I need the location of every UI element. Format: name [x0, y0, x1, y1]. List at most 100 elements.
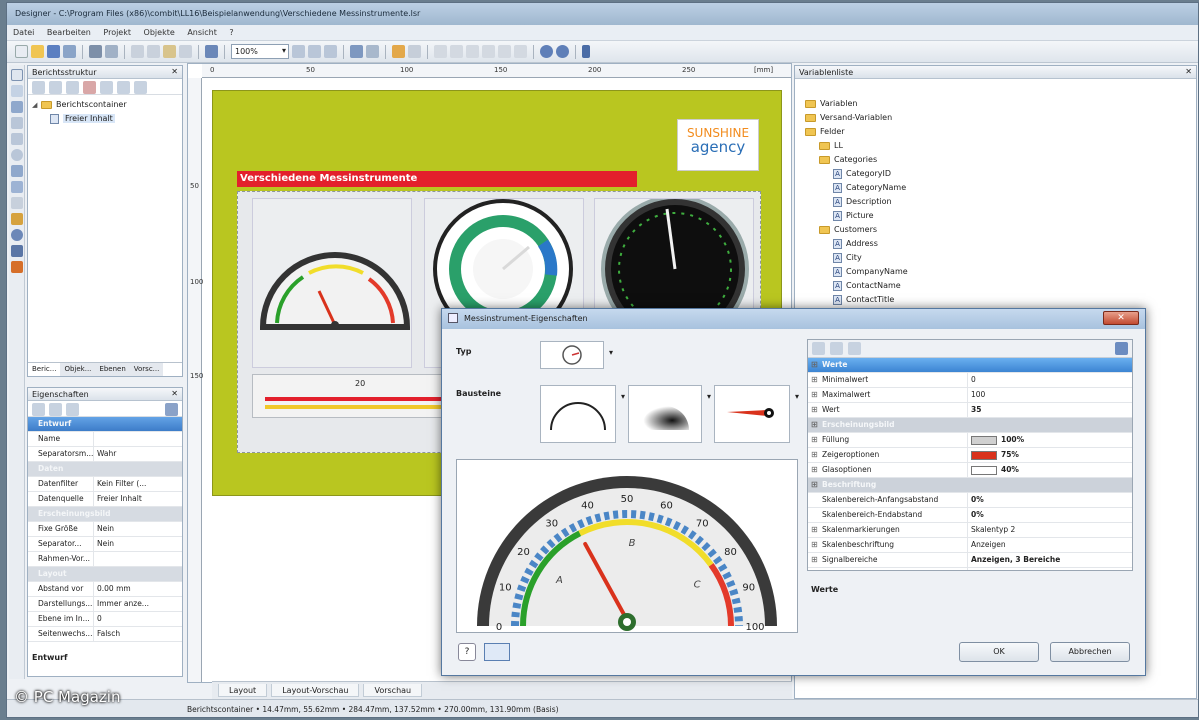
sort-az-icon[interactable]: [49, 403, 62, 416]
grid-row[interactable]: Erscheinungsbild: [808, 418, 1132, 433]
formula-icon[interactable]: [66, 403, 79, 416]
grid-property-value[interactable]: Skalentyp 2: [968, 523, 1132, 537]
component-fill-select[interactable]: ▾: [628, 385, 711, 443]
menu-objekte[interactable]: Objekte: [144, 28, 175, 37]
zoom-select[interactable]: 100%: [231, 44, 289, 59]
grid-property-value[interactable]: 40%: [968, 463, 1132, 477]
sort-az-icon[interactable]: [830, 342, 843, 355]
image-tool-icon[interactable]: [11, 165, 23, 177]
property-value[interactable]: [94, 552, 182, 566]
property-row[interactable]: Seitenwechs... Falsch: [28, 627, 182, 642]
line-tool-icon[interactable]: [11, 117, 23, 129]
paste-icon[interactable]: [163, 45, 176, 58]
grid-row[interactable]: Minimalwert0: [808, 373, 1132, 388]
variable-item[interactable]: A ContactName: [805, 279, 1192, 293]
grid-property-value[interactable]: 75%: [968, 448, 1132, 462]
property-row[interactable]: Erscheinungsbild: [28, 507, 182, 522]
menu-ansicht[interactable]: Ansicht: [187, 28, 217, 37]
property-value[interactable]: Nein: [94, 537, 182, 551]
property-row[interactable]: Rahmen-Vor...: [28, 552, 182, 567]
tab-layout[interactable]: Layout: [218, 684, 268, 697]
zoom-out-icon[interactable]: [308, 45, 321, 58]
help-icon[interactable]: [556, 45, 569, 58]
tab-layout-vorschau[interactable]: Layout-Vorschau: [271, 684, 360, 697]
undo-icon[interactable]: [205, 45, 218, 58]
grid-property-value[interactable]: 35: [968, 403, 1132, 417]
menu-help[interactable]: ?: [229, 28, 233, 37]
categorized-icon[interactable]: [32, 403, 45, 416]
save-as-icon[interactable]: [63, 45, 76, 58]
property-row[interactable]: Layout: [28, 567, 182, 582]
property-row[interactable]: Datenfilter Kein Filter (...: [28, 477, 182, 492]
tab-vorschau[interactable]: Vorsc...: [129, 363, 164, 376]
property-row[interactable]: Separator... Nein: [28, 537, 182, 552]
grid-row[interactable]: SkalenbeschriftungAnzeigen: [808, 538, 1132, 553]
cancel-button[interactable]: Abbrechen: [1050, 642, 1130, 662]
cut-element-icon[interactable]: [100, 81, 113, 94]
property-row[interactable]: Fixe Größe Nein: [28, 522, 182, 537]
print-preview-icon[interactable]: [105, 45, 118, 58]
new-file-icon[interactable]: [15, 45, 28, 58]
property-pages-icon[interactable]: [1115, 342, 1128, 355]
component-scale-select[interactable]: ▾: [540, 385, 625, 443]
variable-item[interactable]: LL: [805, 139, 1192, 153]
menu-datei[interactable]: Datei: [13, 28, 34, 37]
property-row[interactable]: Separatorsm... Wahr: [28, 447, 182, 462]
color-swatch[interactable]: [971, 450, 997, 460]
grid-row[interactable]: Glasoptionen 40%: [808, 463, 1132, 478]
align-top-icon[interactable]: [482, 45, 495, 58]
align-center-icon[interactable]: [450, 45, 463, 58]
property-row[interactable]: Name: [28, 432, 182, 447]
property-row[interactable]: Ebene im In... 0: [28, 612, 182, 627]
menu-projekt[interactable]: Projekt: [103, 28, 131, 37]
table-tool-icon[interactable]: [11, 181, 23, 193]
ellipse-tool-icon[interactable]: [11, 149, 23, 161]
barcode-tool-icon[interactable]: [11, 197, 23, 209]
copy-window-icon[interactable]: [484, 643, 510, 661]
grid-row[interactable]: SignalbereicheAnzeigen, 3 Bereiche: [808, 553, 1132, 568]
grid-row[interactable]: Zeigeroptionen 75%: [808, 448, 1132, 463]
ok-button[interactable]: OK: [959, 642, 1039, 662]
align-right-icon[interactable]: [466, 45, 479, 58]
text-tool-icon[interactable]: [11, 101, 23, 113]
close-icon[interactable]: ✕: [171, 389, 178, 398]
categorized-icon[interactable]: [812, 342, 825, 355]
cut-icon[interactable]: [131, 45, 144, 58]
grid-row[interactable]: Skalenbereich-Anfangsabstand 0%: [808, 493, 1132, 508]
grid-row[interactable]: TextfelderAnzeigen, 3 Felder: [808, 568, 1132, 570]
property-row[interactable]: Darstellungs... Immer anze...: [28, 597, 182, 612]
insert-icon[interactable]: [66, 81, 79, 94]
variable-item[interactable]: A City: [805, 251, 1192, 265]
chart-tool-icon[interactable]: [11, 213, 23, 225]
grid-property-value[interactable]: 100: [968, 388, 1132, 402]
variable-item[interactable]: Customers: [805, 223, 1192, 237]
variable-item[interactable]: Versand-Variablen: [805, 111, 1192, 125]
variable-item[interactable]: A Picture: [805, 209, 1192, 223]
zoom-fit-icon[interactable]: [324, 45, 337, 58]
database-tool-icon[interactable]: [11, 245, 23, 257]
close-icon[interactable]: ✕: [1185, 67, 1192, 76]
grid-property-value[interactable]: 0%: [968, 508, 1132, 522]
gauge-tool-icon[interactable]: [11, 229, 23, 241]
help-icon[interactable]: ?: [458, 643, 476, 661]
property-row[interactable]: Abstand vor 0.00 mm: [28, 582, 182, 597]
cursor-icon[interactable]: [366, 45, 379, 58]
delete-icon[interactable]: [179, 45, 192, 58]
grid-row[interactable]: Skalenbereich-Endabstand 0%: [808, 508, 1132, 523]
report-container-tool-icon[interactable]: [11, 261, 23, 273]
grid-property-value[interactable]: 0: [968, 373, 1132, 387]
print-icon[interactable]: [89, 45, 102, 58]
zoom-tool-icon[interactable]: [11, 85, 23, 97]
variable-item[interactable]: A Description: [805, 195, 1192, 209]
grid-row[interactable]: Wert35: [808, 403, 1132, 418]
open-folder-icon[interactable]: [31, 45, 44, 58]
property-value[interactable]: Wahr: [94, 447, 182, 461]
property-value[interactable]: Immer anze...: [94, 597, 182, 611]
variable-item[interactable]: A CategoryName: [805, 181, 1192, 195]
rectangle-tool-icon[interactable]: [11, 133, 23, 145]
arrange-icon[interactable]: [350, 45, 363, 58]
append-element-icon[interactable]: [49, 81, 62, 94]
copy-element-icon[interactable]: [117, 81, 130, 94]
save-icon[interactable]: [47, 45, 60, 58]
property-value[interactable]: Freier Inhalt: [94, 492, 182, 506]
